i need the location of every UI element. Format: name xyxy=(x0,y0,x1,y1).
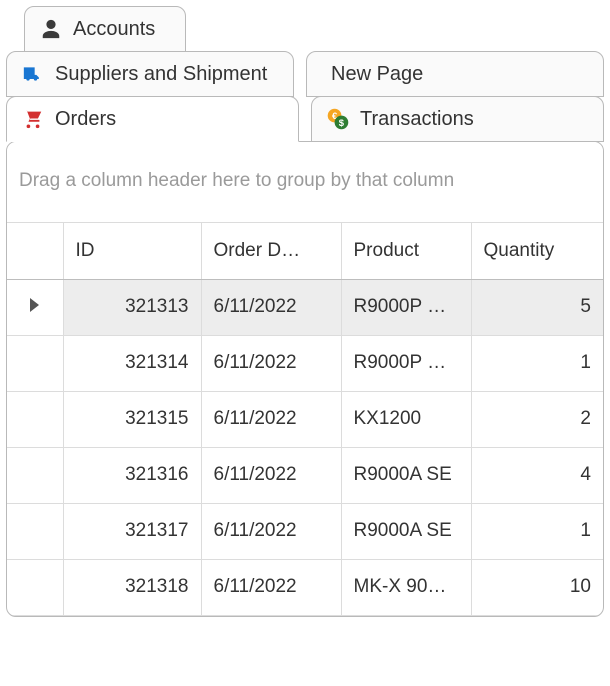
svg-text:$: $ xyxy=(339,117,345,128)
currency-icon: € $ xyxy=(326,107,350,131)
expand-toggle[interactable] xyxy=(7,559,63,615)
table-row[interactable]: 321318 6/11/2022 MK-X 90… 10 xyxy=(7,559,603,615)
cell-product: R9000A SE xyxy=(341,447,471,503)
cell-date: 6/11/2022 xyxy=(201,391,341,447)
cell-id: 321318 xyxy=(63,559,201,615)
cell-qty: 4 xyxy=(471,447,603,503)
tab-orders[interactable]: Orders xyxy=(6,96,299,142)
tab-strip: Accounts Suppliers and Shipment New Page… xyxy=(6,6,604,617)
user-icon xyxy=(39,17,63,41)
expand-toggle[interactable] xyxy=(7,447,63,503)
cell-product: MK-X 90… xyxy=(341,559,471,615)
cell-date: 6/11/2022 xyxy=(201,335,341,391)
cell-product: R9000P … xyxy=(341,335,471,391)
tab-new-page[interactable]: New Page xyxy=(306,51,604,97)
tab-label: Accounts xyxy=(73,18,155,41)
truck-icon xyxy=(21,62,45,86)
cell-id: 321313 xyxy=(63,279,201,335)
expand-toggle[interactable] xyxy=(7,335,63,391)
cell-id: 321317 xyxy=(63,503,201,559)
group-hint-text: Drag a column header here to group by th… xyxy=(19,170,454,191)
table-row[interactable]: 321314 6/11/2022 R9000P … 1 xyxy=(7,335,603,391)
chevron-right-icon xyxy=(30,298,39,312)
orders-panel: Drag a column header here to group by th… xyxy=(6,141,604,617)
column-header-order-date[interactable]: Order D… xyxy=(201,223,341,279)
cell-date: 6/11/2022 xyxy=(201,503,341,559)
cell-date: 6/11/2022 xyxy=(201,559,341,615)
expand-toggle[interactable] xyxy=(7,503,63,559)
tab-label: Suppliers and Shipment xyxy=(55,63,267,86)
cell-qty: 5 xyxy=(471,279,603,335)
column-header-quantity[interactable]: Quantity xyxy=(471,223,603,279)
column-header-product[interactable]: Product xyxy=(341,223,471,279)
cell-id: 321315 xyxy=(63,391,201,447)
tab-label: New Page xyxy=(331,63,423,86)
tab-accounts[interactable]: Accounts xyxy=(24,6,186,52)
cell-qty: 2 xyxy=(471,391,603,447)
cell-qty: 1 xyxy=(471,503,603,559)
cell-date: 6/11/2022 xyxy=(201,279,341,335)
table-row[interactable]: 321313 6/11/2022 R9000P … 5 xyxy=(7,279,603,335)
cell-date: 6/11/2022 xyxy=(201,447,341,503)
header-row: ID Order D… Product Quantity xyxy=(7,223,603,279)
tab-label: Orders xyxy=(55,108,116,131)
tab-transactions[interactable]: € $ Transactions xyxy=(311,96,604,142)
cell-id: 321314 xyxy=(63,335,201,391)
expand-toggle[interactable] xyxy=(7,279,63,335)
tab-suppliers[interactable]: Suppliers and Shipment xyxy=(6,51,294,97)
cell-product: R9000P … xyxy=(341,279,471,335)
cell-product: R9000A SE xyxy=(341,503,471,559)
column-header-id[interactable]: ID xyxy=(63,223,201,279)
table-row[interactable]: 321315 6/11/2022 KX1200 2 xyxy=(7,391,603,447)
table-row[interactable]: 321317 6/11/2022 R9000A SE 1 xyxy=(7,503,603,559)
cart-icon xyxy=(21,107,45,131)
group-by-dropzone[interactable]: Drag a column header here to group by th… xyxy=(7,142,603,223)
cell-qty: 10 xyxy=(471,559,603,615)
table-row[interactable]: 321316 6/11/2022 R9000A SE 4 xyxy=(7,447,603,503)
column-header-expand[interactable] xyxy=(7,223,63,279)
tab-label: Transactions xyxy=(360,108,474,131)
cell-id: 321316 xyxy=(63,447,201,503)
cell-product: KX1200 xyxy=(341,391,471,447)
expand-toggle[interactable] xyxy=(7,391,63,447)
cell-qty: 1 xyxy=(471,335,603,391)
orders-table: ID Order D… Product Quantity 321313 6/11… xyxy=(7,223,603,616)
